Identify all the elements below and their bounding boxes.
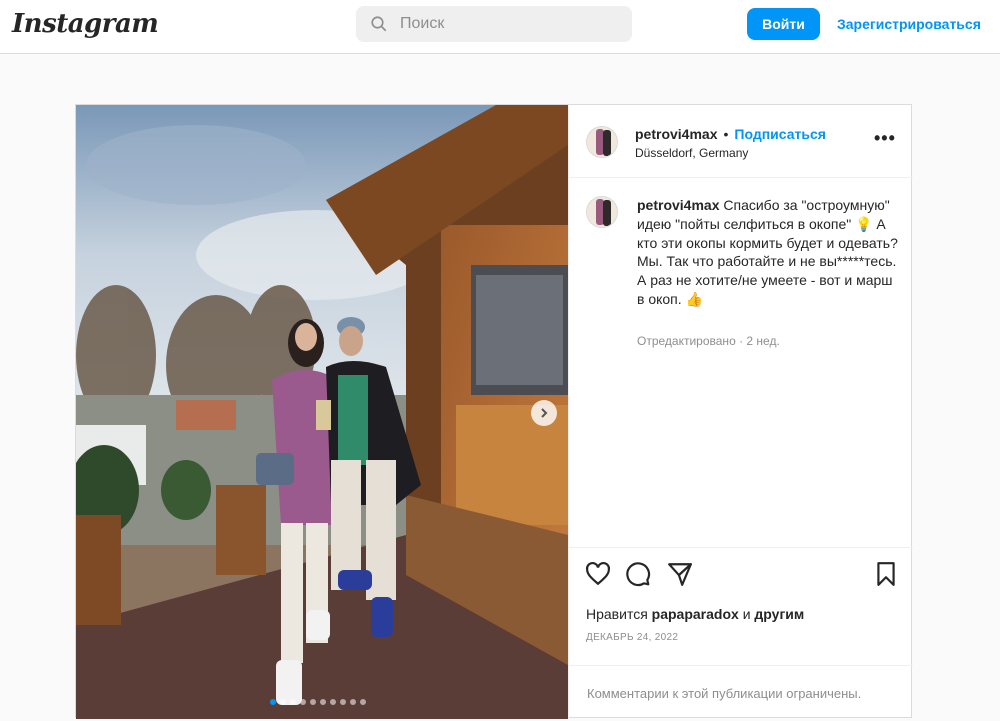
post-card: petrovi4max • Подписаться Düsseldorf, Ge… — [75, 104, 913, 719]
caption-meta: Отредактировано · 2 нед. — [637, 334, 780, 348]
likes-prefix: Нравится — [586, 606, 648, 622]
post-header: petrovi4max • Подписаться Düsseldorf, Ge… — [569, 105, 913, 178]
caption-username[interactable]: petrovi4max — [637, 197, 719, 213]
post-caption: petrovi4max Спасибо за "остроумную" идею… — [637, 196, 899, 309]
carousel-dot — [300, 699, 306, 705]
carousel-dot — [310, 699, 316, 705]
search-icon — [371, 16, 387, 32]
comments-limited-notice: Комментарии к этой публикации ограничены… — [569, 665, 913, 720]
carousel-next-button[interactable] — [531, 400, 557, 426]
caption-text: Спасибо за "остроумную" идею "пойты селф… — [637, 197, 898, 307]
author-username[interactable]: petrovi4max — [635, 126, 717, 142]
paper-plane-icon[interactable] — [667, 561, 693, 587]
liked-by-others[interactable]: другим — [754, 606, 804, 622]
chevron-right-icon — [541, 408, 548, 418]
post-details-panel: petrovi4max • Подписаться Düsseldorf, Ge… — [568, 105, 913, 719]
likes-summary: Нравится papaparadox и другим — [586, 606, 804, 622]
liked-by-user[interactable]: papaparadox — [652, 606, 739, 622]
follow-button[interactable]: Подписаться — [734, 126, 826, 142]
carousel-dot — [330, 699, 336, 705]
instagram-logo[interactable]: Instagram — [12, 9, 159, 39]
post-author-line: petrovi4max • Подписаться — [635, 126, 826, 142]
photo-scene — [76, 105, 568, 719]
more-options-icon[interactable]: ••• — [874, 128, 896, 149]
carousel-dot — [270, 699, 276, 705]
search-input[interactable] — [400, 15, 600, 33]
login-button[interactable]: Войти — [747, 8, 820, 40]
register-link[interactable]: Зарегистрироваться — [837, 16, 981, 32]
top-navigation-bar: Instagram Войти Зарегистрироваться — [0, 0, 1000, 54]
search-box[interactable] — [356, 6, 632, 42]
carousel-dot — [280, 699, 286, 705]
comment-icon[interactable] — [625, 561, 651, 587]
carousel-dot — [290, 699, 296, 705]
likes-and: и — [742, 606, 751, 622]
heart-icon[interactable] — [585, 561, 611, 587]
post-actions-section: Нравится papaparadox и другим ДЕКАБРЬ 24… — [569, 547, 913, 719]
author-avatar[interactable] — [586, 126, 618, 158]
post-photo[interactable] — [76, 105, 568, 719]
carousel-indicator — [270, 699, 366, 705]
carousel-dot — [320, 699, 326, 705]
carousel-dot — [360, 699, 366, 705]
post-date[interactable]: ДЕКАБРЬ 24, 2022 — [586, 632, 678, 643]
dot-separator: • — [723, 126, 729, 142]
bookmark-icon[interactable] — [873, 561, 899, 587]
caption-author-avatar[interactable] — [586, 196, 618, 228]
carousel-dot — [350, 699, 356, 705]
carousel-dot — [340, 699, 346, 705]
post-location[interactable]: Düsseldorf, Germany — [635, 146, 748, 160]
